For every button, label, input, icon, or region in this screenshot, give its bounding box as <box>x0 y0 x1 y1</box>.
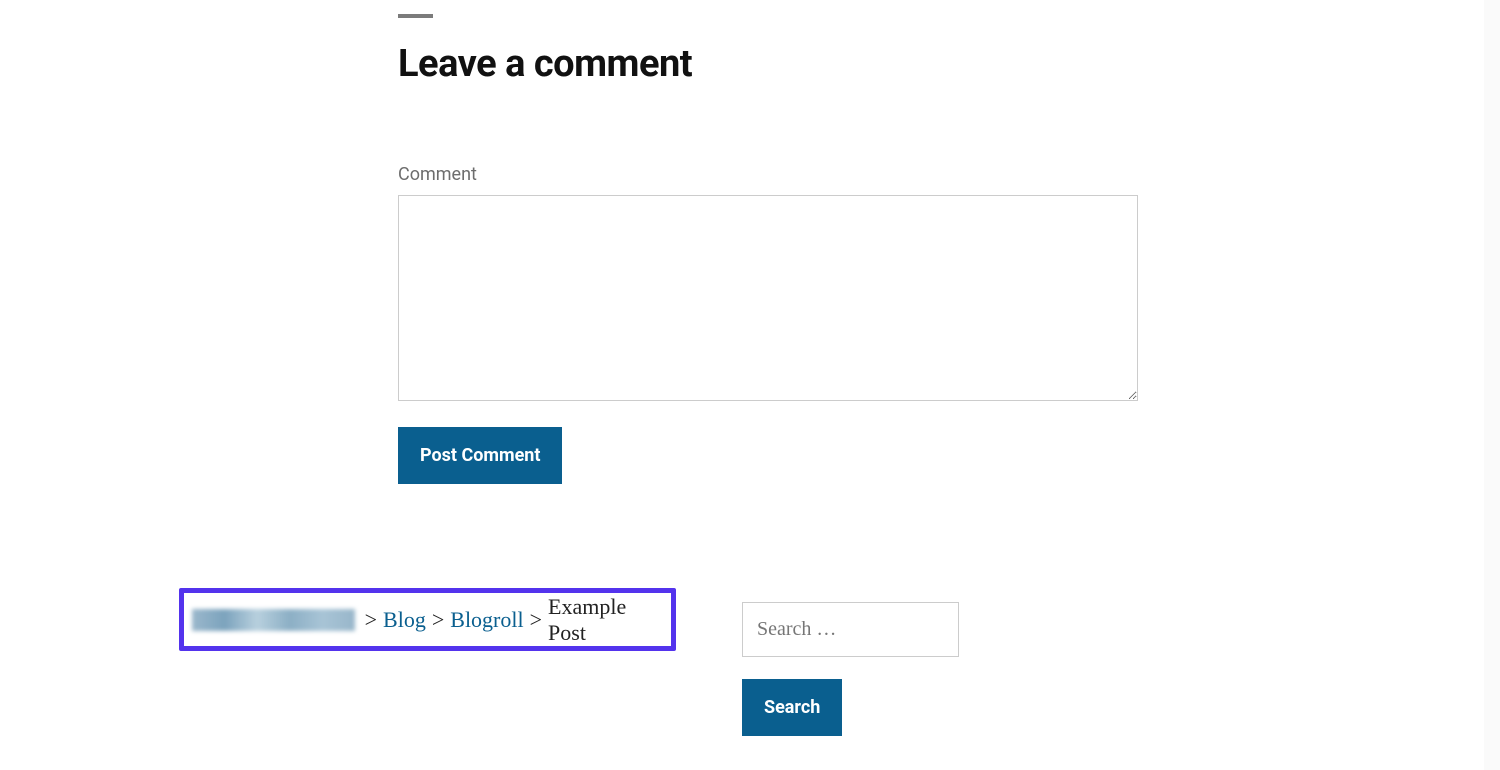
breadcrumb-link-blogroll[interactable]: Blogroll <box>450 607 523 633</box>
divider <box>398 14 433 18</box>
breadcrumb-link-blog[interactable]: Blog <box>383 607 426 633</box>
comment-textarea[interactable] <box>398 195 1138 401</box>
breadcrumb-separator: > <box>530 607 542 633</box>
post-comment-button[interactable]: Post Comment <box>398 427 562 484</box>
search-button[interactable]: Search <box>742 679 842 736</box>
leave-comment-heading: Leave a comment <box>398 42 1138 86</box>
breadcrumb-current: Example Post <box>548 594 663 646</box>
comment-form-section: Leave a comment Comment Post Comment <box>398 0 1138 484</box>
breadcrumb-separator: > <box>365 607 377 633</box>
comment-field-label: Comment <box>398 164 1138 185</box>
breadcrumb-separator: > <box>432 607 444 633</box>
breadcrumb: > Blog > Blogroll > Example Post <box>179 588 676 651</box>
breadcrumb-home-redacted[interactable] <box>192 609 355 631</box>
scrollbar-track[interactable] <box>1484 0 1500 770</box>
search-input[interactable] <box>742 602 959 657</box>
search-widget: Search <box>742 602 959 736</box>
